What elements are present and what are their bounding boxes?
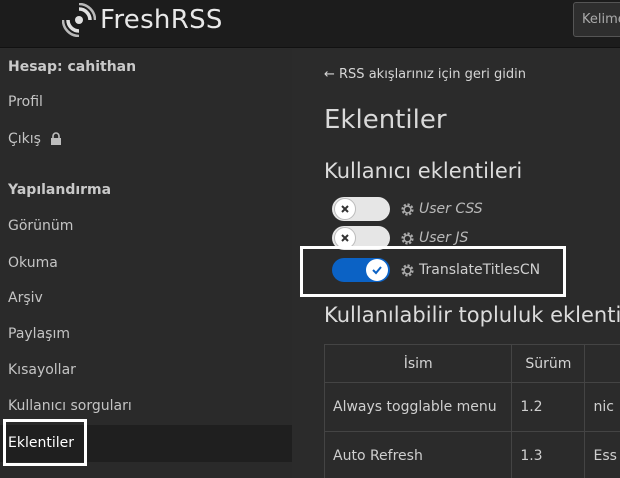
sidebar-item-label: Okuma	[8, 255, 58, 271]
sidebar-item-label: Görünüm	[8, 218, 74, 234]
account-heading: Hesap: cahithan	[8, 59, 137, 75]
extension-description-cell: nic	[584, 382, 620, 432]
back-link[interactable]: ← RSS akışlarınız için geri gidin	[324, 67, 526, 82]
toggle-knob	[334, 198, 356, 220]
extension-description-cell: Ess	[584, 431, 620, 478]
extension-name: User JS	[419, 230, 469, 246]
lock-icon	[51, 132, 62, 145]
table-row: Auto Refresh 1.3 Ess	[323, 431, 620, 478]
column-header-name: İsim	[323, 344, 513, 383]
extension-name-cell: Always togglable menu	[323, 382, 513, 432]
community-extensions-heading: Kullanılabilir topluluk eklentileri	[324, 303, 620, 327]
main-content: ← RSS akışlarınız için geri gidin Eklent…	[292, 49, 620, 478]
close-icon	[341, 234, 349, 242]
column-header-version: Sürüm	[511, 344, 586, 383]
highlight-box-translatetitlescn	[300, 246, 566, 297]
sidebar-item-label: Arşiv	[8, 290, 43, 306]
extension-name: User CSS	[419, 201, 483, 217]
sidebar-item-label: Kullanıcı sorguları	[8, 398, 132, 414]
extension-row-user-css: User CSS	[332, 196, 483, 222]
close-icon	[341, 205, 349, 213]
extension-toggle[interactable]	[332, 197, 390, 221]
search-input[interactable]	[573, 2, 620, 37]
table-header-row: İsim Sürüm	[323, 344, 620, 383]
logo[interactable]: FreshRSS	[62, 3, 223, 37]
sidebar-item-label: Paylaşım	[8, 326, 70, 342]
extension-name-cell: Auto Refresh	[323, 431, 513, 478]
gear-icon[interactable]	[400, 202, 415, 217]
sidebar-item-label: Kısayollar	[8, 362, 76, 378]
app-title: FreshRSS	[100, 5, 223, 35]
top-header: FreshRSS	[0, 0, 620, 48]
sidebar-item-label: Profil	[8, 94, 43, 110]
column-header-description	[584, 344, 620, 383]
sidebar-item-archiving[interactable]: Arşiv	[0, 281, 292, 315]
extension-version-cell: 1.3	[511, 431, 586, 478]
highlight-box-extensions	[3, 419, 87, 466]
community-extensions-table: İsim Sürüm Always togglable menu 1.2 nic…	[323, 344, 620, 478]
extension-version-cell: 1.2	[511, 382, 586, 432]
config-heading: Yapılandırma	[8, 182, 112, 198]
sidebar-item-reading[interactable]: Okuma	[0, 246, 292, 280]
freshrss-logo-icon	[62, 3, 96, 37]
page-title: Eklentiler	[324, 105, 447, 135]
sidebar-item-sharing[interactable]: Paylaşım	[0, 317, 292, 351]
gear-icon[interactable]	[400, 231, 415, 246]
table-row: Always togglable menu 1.2 nic	[323, 382, 620, 432]
sidebar-item-user-queries[interactable]: Kullanıcı sorguları	[0, 389, 292, 423]
sidebar-item-logout[interactable]: Çıkış	[0, 122, 292, 156]
user-extensions-heading: Kullanıcı eklentileri	[324, 159, 523, 183]
sidebar: Hesap: cahithan Profil Çıkış Yapılandırm…	[0, 49, 292, 478]
sidebar-item-display[interactable]: Görünüm	[0, 209, 292, 243]
sidebar-item-label: Çıkış	[8, 131, 41, 147]
sidebar-item-profile[interactable]: Profil	[0, 85, 292, 119]
sidebar-item-shortcuts[interactable]: Kısayollar	[0, 353, 292, 387]
